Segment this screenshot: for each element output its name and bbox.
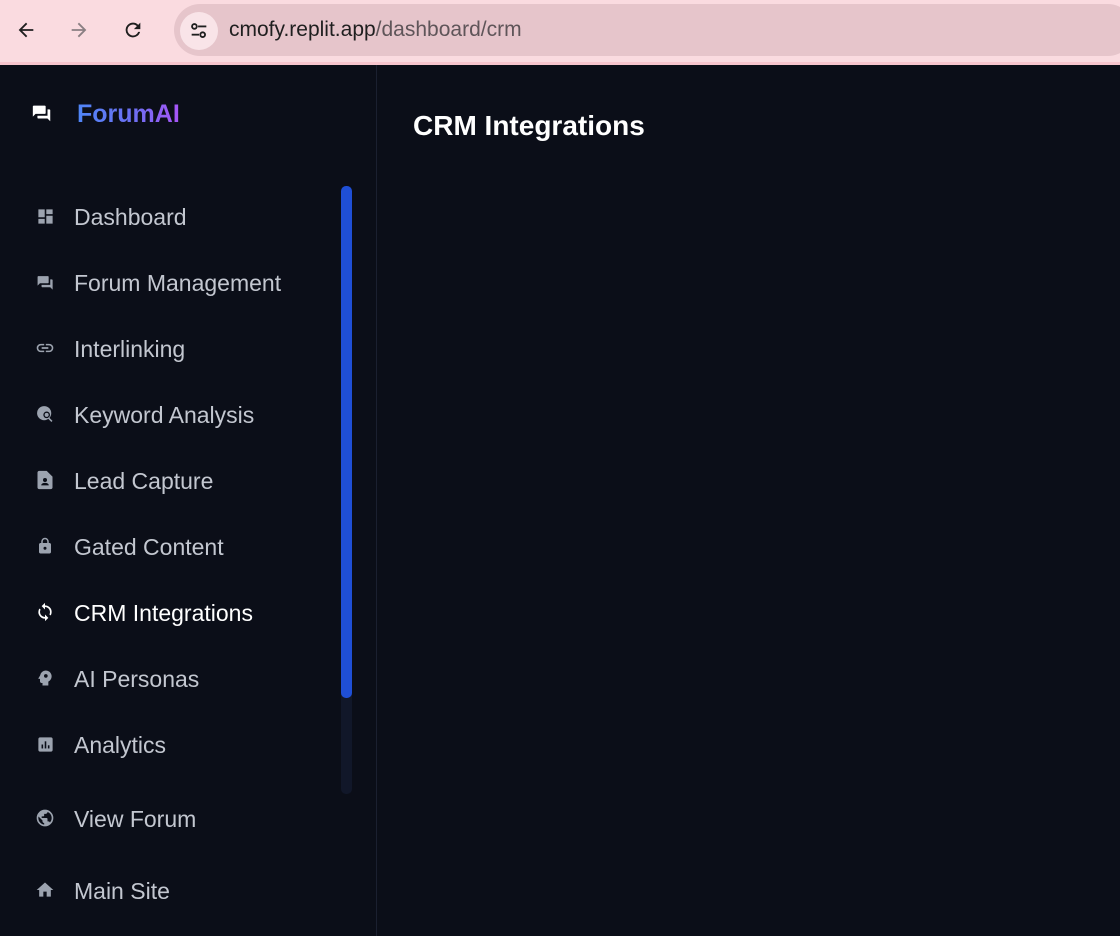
reload-button[interactable] xyxy=(117,12,149,48)
sidebar-item-label: Forum Management xyxy=(74,270,282,296)
arrow-left-icon xyxy=(18,22,34,38)
sidebar-item-dashboard[interactable]: Dashboard xyxy=(0,194,336,242)
sidebar-item-crm-integrations[interactable]: CRM Integrations xyxy=(0,590,336,638)
sidebar-item-label: Lead Capture xyxy=(74,468,214,494)
forum-icon xyxy=(35,272,55,292)
url-text[interactable]: cmofy.replit.app/dashboard/crm xyxy=(229,17,522,43)
sidebar-item-label: Analytics xyxy=(74,732,167,758)
sidebar-item-gated-content[interactable]: Gated Content xyxy=(0,524,336,572)
page-title: CRM Integrations xyxy=(413,110,645,141)
sidebar-item-ai-personas[interactable]: AI Personas xyxy=(0,656,336,704)
sidebar-item-label: Dashboard xyxy=(74,204,187,230)
sidebar: ForumAI Dashboard Forum Management Inter… xyxy=(0,65,377,936)
sidebar-item-view-forum[interactable]: View Forum xyxy=(0,796,336,844)
brand[interactable]: ForumAI xyxy=(30,100,180,128)
main-content: CRM Integrations xyxy=(377,65,1120,936)
lock-icon xyxy=(35,536,55,556)
psychology-icon xyxy=(35,668,55,688)
site-info-button[interactable] xyxy=(180,12,218,50)
sidebar-item-keyword-analysis[interactable]: Keyword Analysis xyxy=(0,392,336,440)
brand-name: ForumAI xyxy=(77,100,180,128)
back-button[interactable] xyxy=(10,12,42,48)
search-analytics-icon xyxy=(35,404,55,424)
sidebar-item-main-site[interactable]: Main Site xyxy=(0,868,336,916)
forum-icon xyxy=(30,101,54,125)
sidebar-item-label: View Forum xyxy=(74,806,197,832)
sidebar-item-label: AI Personas xyxy=(74,666,200,692)
home-icon xyxy=(35,880,55,900)
url-host: cmofy.replit.app xyxy=(229,18,376,41)
globe-icon xyxy=(35,808,55,828)
sidebar-item-label: Gated Content xyxy=(74,534,224,560)
sidebar-item-label: Interlinking xyxy=(74,336,186,362)
sidebar-item-forum-management[interactable]: Forum Management xyxy=(0,260,336,308)
url-path: /dashboard/crm xyxy=(375,18,522,41)
sync-icon xyxy=(35,602,55,622)
contact-page-icon xyxy=(35,470,55,490)
arrow-right-icon xyxy=(71,22,87,38)
dashboard-icon xyxy=(35,206,55,226)
analytics-icon xyxy=(35,734,55,754)
forward-button[interactable] xyxy=(63,12,95,48)
browser-toolbar: cmofy.replit.app/dashboard/crm xyxy=(0,0,1120,62)
sidebar-item-analytics[interactable]: Analytics xyxy=(0,722,336,770)
link-icon xyxy=(35,338,55,358)
sidebar-item-lead-capture[interactable]: Lead Capture xyxy=(0,458,336,506)
reload-icon xyxy=(125,22,141,38)
sidebar-item-interlinking[interactable]: Interlinking xyxy=(0,326,336,374)
sidebar-item-label: Main Site xyxy=(74,878,170,904)
tune-icon xyxy=(191,23,207,38)
sidebar-scrollbar-thumb[interactable] xyxy=(341,186,352,698)
sidebar-item-label: CRM Integrations xyxy=(74,600,253,626)
sidebar-item-label: Keyword Analysis xyxy=(74,402,255,428)
